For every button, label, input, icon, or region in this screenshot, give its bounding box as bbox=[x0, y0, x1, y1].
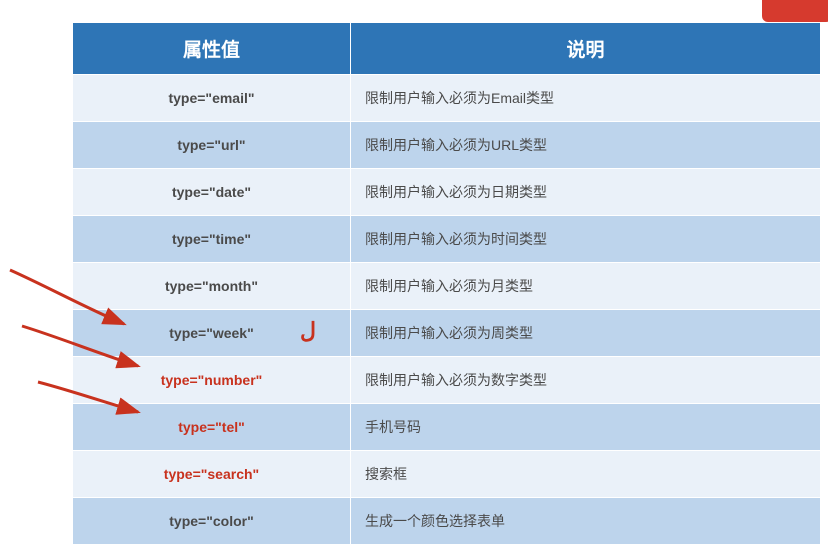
desc-cell: 限制用户输入必须为日期类型 bbox=[351, 169, 821, 216]
attr-cell: type="date" bbox=[73, 169, 351, 216]
corner-badge bbox=[762, 0, 828, 22]
attr-cell-highlighted: type="number" bbox=[73, 357, 351, 404]
desc-cell: 限制用户输入必须为数字类型 bbox=[351, 357, 821, 404]
header-attr: 属性值 bbox=[73, 23, 351, 75]
desc-cell: 限制用户输入必须为Email类型 bbox=[351, 75, 821, 122]
table-row: type="email" 限制用户输入必须为Email类型 bbox=[73, 75, 821, 122]
attr-cell: type="color" bbox=[73, 498, 351, 545]
table-row: type="date" 限制用户输入必须为日期类型 bbox=[73, 169, 821, 216]
desc-cell: 生成一个颜色选择表单 bbox=[351, 498, 821, 545]
input-types-table-container: 属性值 说明 type="email" 限制用户输入必须为Email类型 typ… bbox=[72, 22, 820, 545]
desc-cell: 限制用户输入必须为URL类型 bbox=[351, 122, 821, 169]
attr-cell: type="week" bbox=[73, 310, 351, 357]
table-row: type="url" 限制用户输入必须为URL类型 bbox=[73, 122, 821, 169]
table-row: type="time" 限制用户输入必须为时间类型 bbox=[73, 216, 821, 263]
table-row: type="tel" 手机号码 bbox=[73, 404, 821, 451]
desc-cell: 限制用户输入必须为时间类型 bbox=[351, 216, 821, 263]
attr-cell-highlighted: type="tel" bbox=[73, 404, 351, 451]
table-row: type="number" 限制用户输入必须为数字类型 bbox=[73, 357, 821, 404]
desc-cell: 手机号码 bbox=[351, 404, 821, 451]
attr-cell: type="email" bbox=[73, 75, 351, 122]
table-row: type="week" 限制用户输入必须为周类型 bbox=[73, 310, 821, 357]
table-row: type="month" 限制用户输入必须为月类型 bbox=[73, 263, 821, 310]
table-row: type="search" 搜索框 bbox=[73, 451, 821, 498]
table-row: type="color" 生成一个颜色选择表单 bbox=[73, 498, 821, 545]
input-types-table: 属性值 说明 type="email" 限制用户输入必须为Email类型 typ… bbox=[72, 22, 821, 545]
attr-cell: type="time" bbox=[73, 216, 351, 263]
header-desc: 说明 bbox=[351, 23, 821, 75]
attr-cell: type="month" bbox=[73, 263, 351, 310]
table-header-row: 属性值 说明 bbox=[73, 23, 821, 75]
desc-cell: 限制用户输入必须为周类型 bbox=[351, 310, 821, 357]
attr-cell-highlighted: type="search" bbox=[73, 451, 351, 498]
desc-cell: 限制用户输入必须为月类型 bbox=[351, 263, 821, 310]
desc-cell: 搜索框 bbox=[351, 451, 821, 498]
attr-cell: type="url" bbox=[73, 122, 351, 169]
